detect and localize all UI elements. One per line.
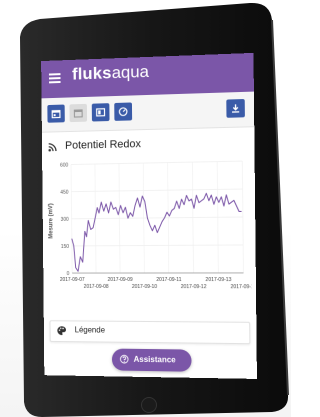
menu-icon[interactable] (48, 73, 61, 84)
palette-icon (57, 326, 67, 336)
grid-line (71, 161, 242, 164)
y-axis: 0 150 300 450 600 (60, 163, 69, 277)
y-axis-label: Mesure (mV) (48, 203, 54, 238)
x-tick-label: 2017-09-11 (156, 277, 181, 283)
chart-series (71, 193, 242, 271)
y-tick-label: 0 (67, 271, 70, 277)
legend-panel[interactable]: Légende (49, 320, 251, 345)
x-tick-label: 2017-09-13 (205, 277, 231, 283)
x-tick-label: 2017-09-14 (231, 284, 253, 290)
x-tick-label: 2017-09-10 (132, 284, 158, 290)
gauge-icon (119, 107, 128, 117)
rss-icon (48, 142, 58, 152)
download-button[interactable] (226, 98, 245, 118)
download-icon (230, 103, 240, 113)
scene: fluksaqua Potentiel Redox 0 150 300 450 … (0, 0, 291, 417)
help-circle-icon (120, 355, 129, 364)
app-bar: fluksaqua (41, 52, 254, 99)
x-tick-label: 2017-09-07 (60, 277, 85, 283)
x-axis: 2017-09-07 2017-09-09 2017-09-11 2017-09-13… (60, 277, 257, 290)
redox-chart: 0 150 300 450 600 2017-09-07 2017-09-09 2017-0… (44, 153, 257, 306)
chart-svg: 0150300450600 2017-09-07 2017-09-09 2017-0… (48, 153, 257, 290)
grid-line (72, 217, 243, 219)
chart-grid (71, 161, 243, 273)
x-tick-label: 2017-09-09 (108, 277, 133, 283)
x-tick-label: 2017-09-12 (181, 284, 207, 290)
assistance-label: Assistance (133, 354, 176, 365)
y-tick-label: 450 (60, 190, 68, 196)
brand-light: aqua (111, 61, 150, 83)
card-title: Potentiel Redox (64, 138, 142, 152)
redox-card: Potentiel Redox 0 150 300 450 600 2017-09-07… (43, 130, 257, 324)
x-tick-label: 2017-09-08 (84, 284, 109, 290)
brand-bold: fluks (71, 63, 112, 84)
y-tick-label: 150 (61, 244, 69, 250)
calendar-range-icon (73, 108, 83, 118)
calendar-range-button[interactable] (69, 103, 88, 123)
home-button[interactable] (141, 397, 157, 413)
toolbar (41, 91, 255, 133)
y-tick-label: 600 (60, 163, 68, 169)
list-box-icon (96, 107, 106, 117)
list-box-button[interactable] (91, 103, 110, 122)
calendar-button[interactable] (47, 104, 65, 123)
gauge-button[interactable] (114, 102, 133, 121)
assistance-button[interactable]: Assistance (111, 348, 192, 372)
grid-line (72, 245, 243, 246)
calendar-icon (51, 109, 61, 119)
series-line (71, 193, 242, 271)
brand-logo: fluksaqua (72, 62, 149, 85)
y-tick-label: 300 (61, 217, 69, 223)
grid-line (71, 189, 242, 192)
tablet-screen: fluksaqua Potentiel Redox 0 150 300 450 … (41, 52, 257, 379)
legend-label: Légende (74, 325, 106, 335)
